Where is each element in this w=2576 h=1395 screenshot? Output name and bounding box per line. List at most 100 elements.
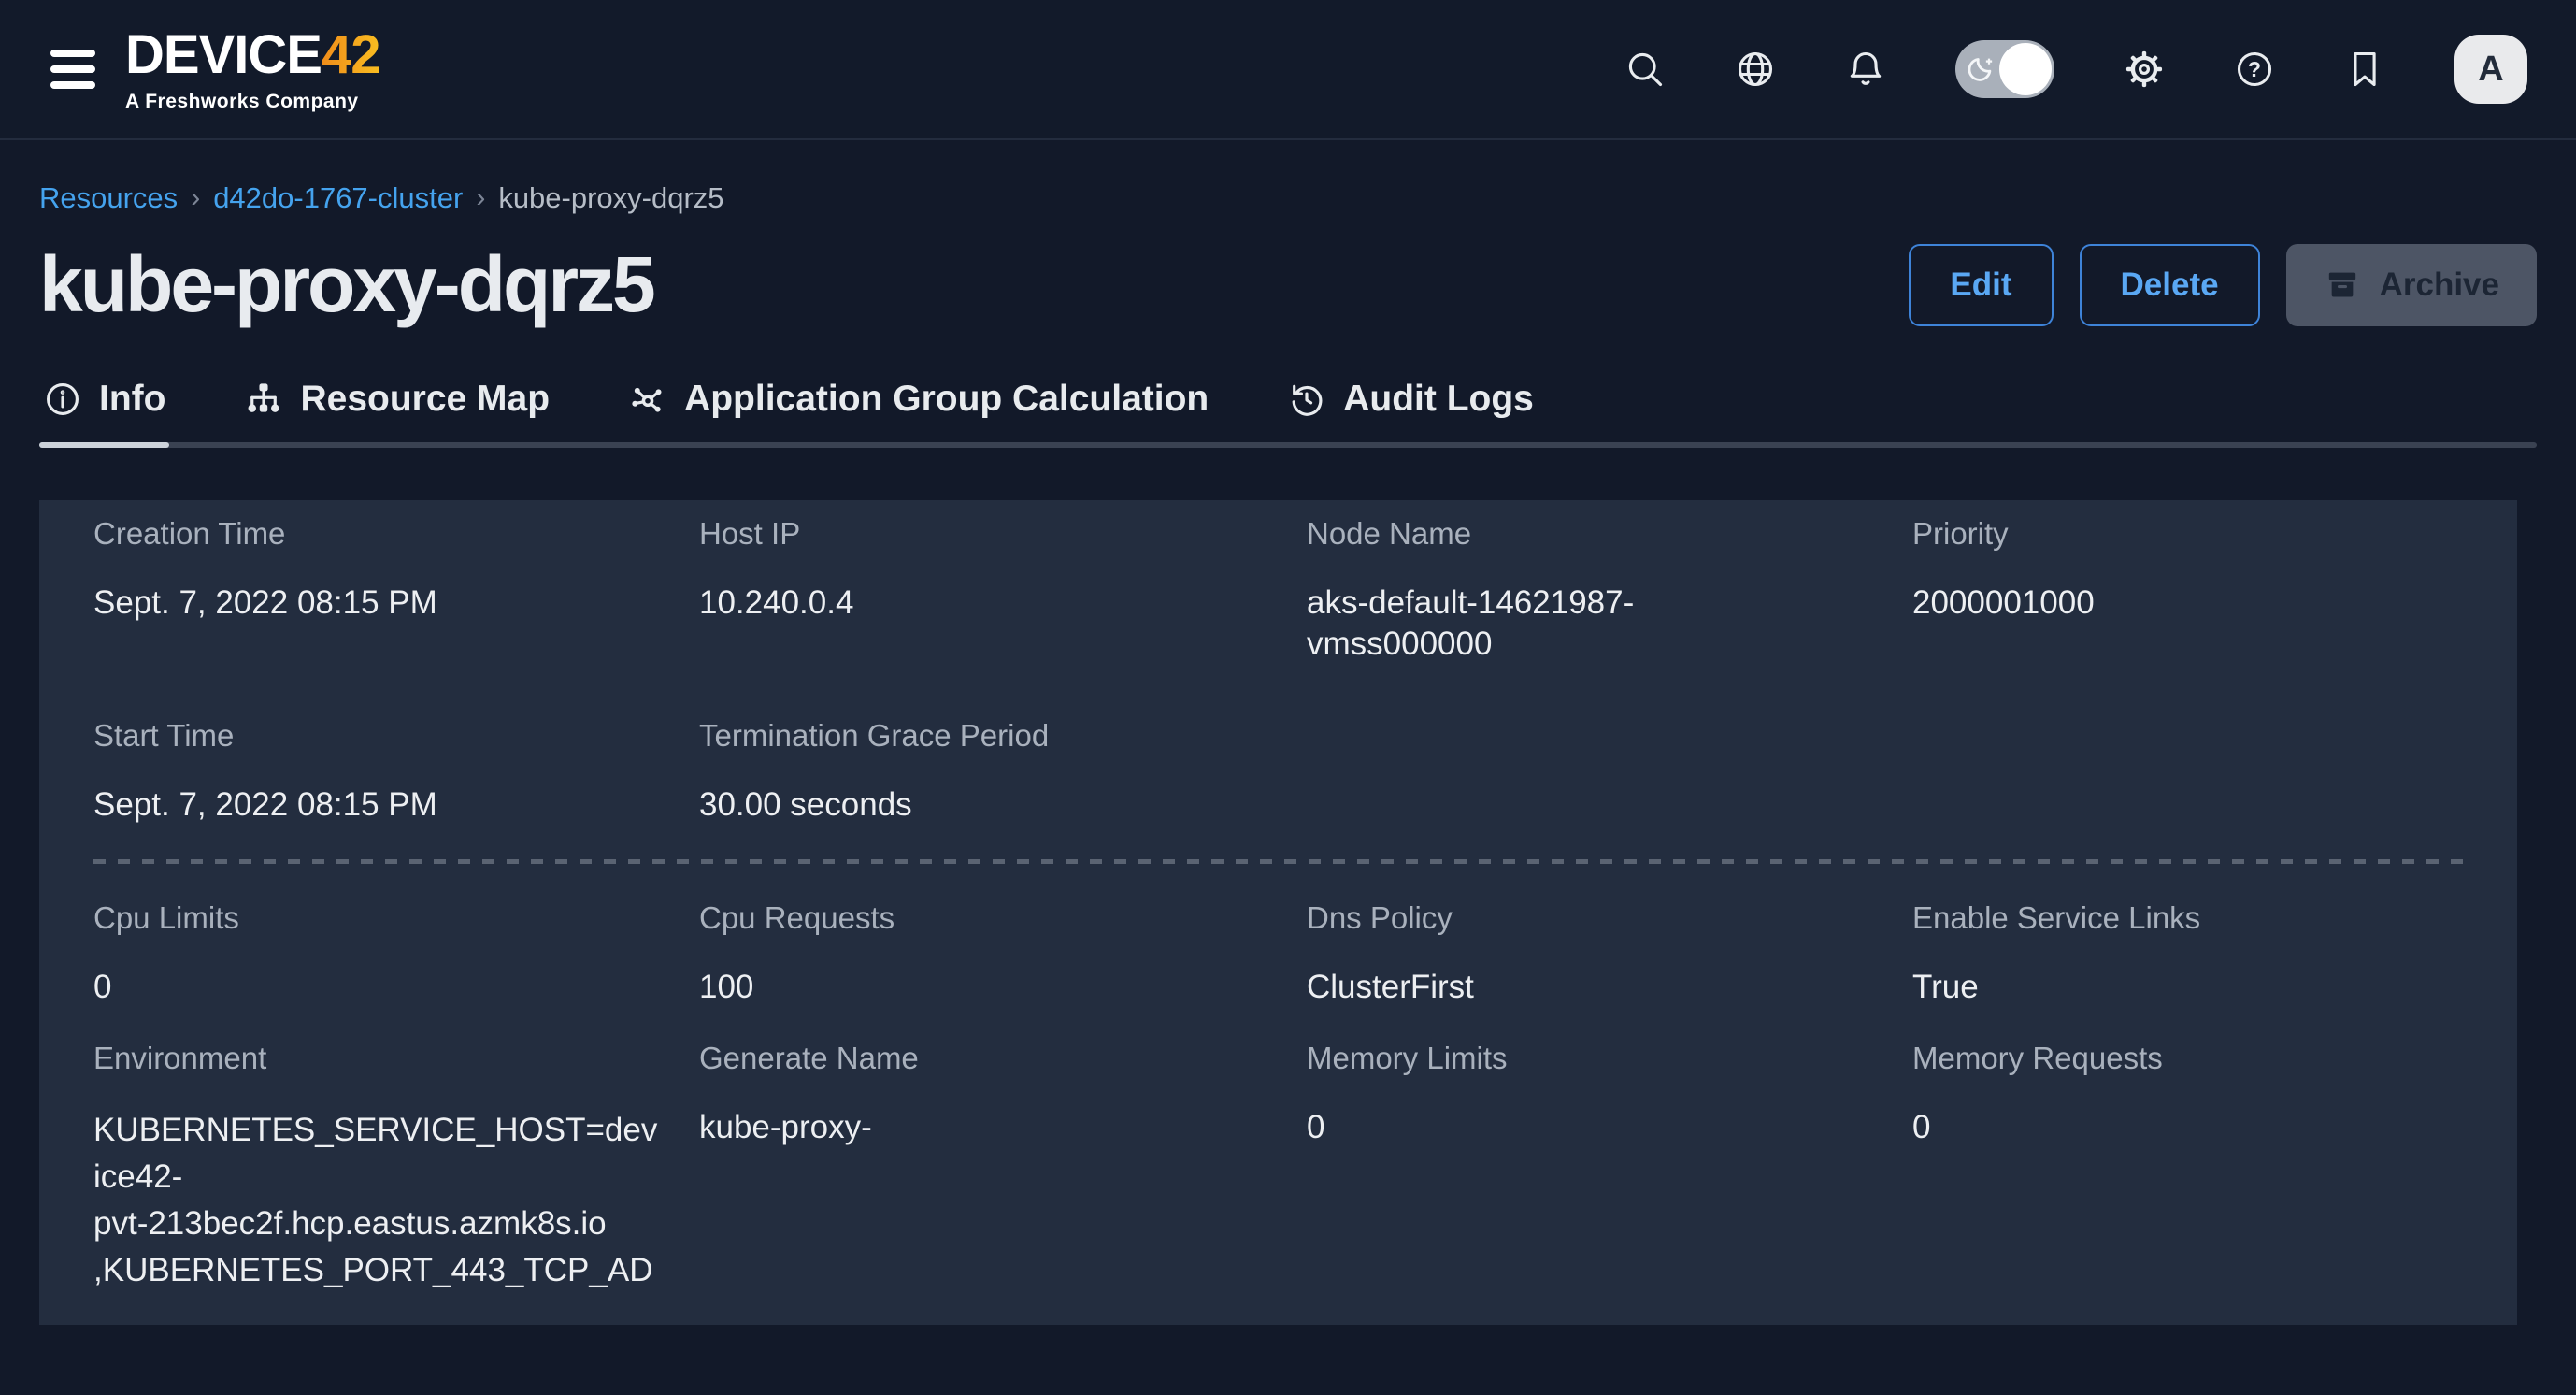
hub-network-icon xyxy=(628,380,667,419)
field-value: True xyxy=(1912,967,2470,1008)
field-environment: Environment KUBERNETES_SERVICE_HOST=dev … xyxy=(93,1040,699,1294)
field-value: 30.00 seconds xyxy=(699,784,1260,826)
field-value: aks-default-14621987-vmss000000 xyxy=(1307,582,1746,665)
field-label: Termination Grace Period xyxy=(699,717,1260,755)
field-cpu-limits: Cpu Limits 0 xyxy=(93,899,699,1008)
field-creation-time: Creation Time Sept. 7, 2022 08:15 PM xyxy=(93,515,699,665)
archive-box-icon xyxy=(2324,266,2361,304)
info-row-3: Cpu Limits 0 Cpu Requests 100 Dns Policy… xyxy=(93,899,2517,1008)
breadcrumb-separator: › xyxy=(476,182,485,214)
field-generate-name: Generate Name kube-proxy- xyxy=(699,1040,1307,1294)
delete-button[interactable]: Delete xyxy=(2080,244,2260,326)
field-value: 0 xyxy=(93,967,652,1008)
field-termination-grace-period: Termination Grace Period 30.00 seconds xyxy=(699,717,1307,826)
field-value: Sept. 7, 2022 08:15 PM xyxy=(93,582,652,624)
help-icon[interactable]: ? xyxy=(2234,49,2275,90)
field-label: Enable Service Links xyxy=(1912,899,2470,937)
question-glyph: ? xyxy=(2248,57,2261,81)
field-empty xyxy=(1912,717,2517,826)
info-row-4: Environment KUBERNETES_SERVICE_HOST=dev … xyxy=(93,1040,2517,1294)
field-value: 100 xyxy=(699,967,1260,1008)
device42-logo[interactable]: DEVICE42 A Freshworks Company xyxy=(125,28,379,111)
navbar-actions: ? A xyxy=(1624,35,2527,104)
field-priority: Priority 2000001000 xyxy=(1912,515,2517,665)
info-row-1: Creation Time Sept. 7, 2022 08:15 PM Hos… xyxy=(93,515,2517,665)
field-enable-service-links: Enable Service Links True xyxy=(1912,899,2517,1008)
edit-button[interactable]: Edit xyxy=(1909,244,2053,326)
field-label: Dns Policy xyxy=(1307,899,1866,937)
action-buttons: Edit Delete Archive xyxy=(1909,244,2537,326)
environment-value-line: ice42- xyxy=(93,1154,652,1201)
page-title: kube-proxy-dqrz5 xyxy=(39,239,653,330)
tab-info-label: Info xyxy=(99,379,165,420)
tab-resource-map[interactable]: Resource Map xyxy=(240,366,553,448)
field-label: Generate Name xyxy=(699,1040,1260,1077)
field-label: Node Name xyxy=(1307,515,1866,553)
field-label: Creation Time xyxy=(93,515,652,553)
field-node-name: Node Name aks-default-14621987-vmss00000… xyxy=(1307,515,1912,665)
info-circle-icon xyxy=(43,380,82,419)
field-memory-requests: Memory Requests 0 xyxy=(1912,1040,2517,1294)
breadcrumb-current: kube-proxy-dqrz5 xyxy=(498,181,723,215)
field-memory-limits: Memory Limits 0 xyxy=(1307,1040,1912,1294)
moon-stars-icon xyxy=(1963,50,2002,89)
field-value: 10.240.0.4 xyxy=(699,582,1260,624)
field-value: 0 xyxy=(1912,1107,2470,1148)
avatar-letter: A xyxy=(2478,50,2503,90)
field-label: Cpu Requests xyxy=(699,899,1260,937)
tab-resource-map-label: Resource Map xyxy=(300,379,550,420)
top-navbar: DEVICE42 A Freshworks Company xyxy=(0,0,2576,140)
breadcrumb: Resources › d42do-1767-cluster › kube-pr… xyxy=(39,181,2537,215)
tab-info[interactable]: Info xyxy=(39,366,169,448)
field-cpu-requests: Cpu Requests 100 xyxy=(699,899,1307,1008)
field-label: Host IP xyxy=(699,515,1260,553)
tab-application-group-calculation[interactable]: Application Group Calculation xyxy=(624,366,1212,448)
field-value: ClusterFirst xyxy=(1307,967,1866,1008)
field-value: kube-proxy- xyxy=(699,1107,1260,1148)
info-panel: Creation Time Sept. 7, 2022 08:15 PM Hos… xyxy=(39,500,2517,1325)
field-label: Start Time xyxy=(93,717,652,755)
field-host-ip: Host IP 10.240.0.4 xyxy=(699,515,1307,665)
avatar[interactable]: A xyxy=(2454,35,2527,104)
field-value: Sept. 7, 2022 08:15 PM xyxy=(93,784,652,826)
bookmark-icon[interactable] xyxy=(2344,49,2385,90)
globe-icon[interactable] xyxy=(1735,49,1776,90)
sitemap-icon xyxy=(244,380,283,419)
navbar-left: DEVICE42 A Freshworks Company xyxy=(49,28,379,111)
field-label: Environment xyxy=(93,1040,652,1077)
tab-application-group-calculation-label: Application Group Calculation xyxy=(684,379,1209,420)
logo-subtitle: A Freshworks Company xyxy=(125,92,379,111)
field-value: 0 xyxy=(1307,1107,1866,1148)
toggle-knob xyxy=(1999,43,2052,95)
breadcrumb-resources[interactable]: Resources xyxy=(39,181,178,215)
dark-mode-toggle[interactable] xyxy=(1955,40,2054,98)
field-start-time: Start Time Sept. 7, 2022 08:15 PM xyxy=(93,717,699,826)
field-label: Priority xyxy=(1912,515,2470,553)
field-label: Memory Requests xyxy=(1912,1040,2470,1077)
environment-value-line: pvt-213bec2f.hcp.eastus.azmk8s.io xyxy=(93,1201,652,1247)
breadcrumb-cluster[interactable]: d42do-1767-cluster xyxy=(213,181,463,215)
hamburger-menu-icon[interactable] xyxy=(49,44,97,94)
tab-audit-logs-label: Audit Logs xyxy=(1343,379,1534,420)
bell-icon[interactable] xyxy=(1845,49,1886,90)
tab-audit-logs[interactable]: Audit Logs xyxy=(1283,366,1538,448)
history-clock-icon xyxy=(1287,380,1326,419)
main-content: Resources › d42do-1767-cluster › kube-pr… xyxy=(0,181,2576,448)
archive-button-label: Archive xyxy=(2380,266,2499,304)
field-dns-policy: Dns Policy ClusterFirst xyxy=(1307,899,1912,1008)
info-row-2: Start Time Sept. 7, 2022 08:15 PM Termin… xyxy=(93,717,2517,826)
environment-value-line: ,KUBERNETES_PORT_443_TCP_AD xyxy=(93,1247,652,1294)
environment-value-line: KUBERNETES_SERVICE_HOST=dev xyxy=(93,1107,652,1154)
logo-text: DEVICE xyxy=(125,24,322,85)
page: DEVICE42 A Freshworks Company xyxy=(0,0,2576,1395)
field-label: Cpu Limits xyxy=(93,899,652,937)
search-icon[interactable] xyxy=(1624,49,1666,90)
breadcrumb-separator: › xyxy=(191,182,200,214)
archive-button[interactable]: Archive xyxy=(2286,244,2537,326)
title-row: kube-proxy-dqrz5 Edit Delete Archive xyxy=(39,239,2537,330)
field-label: Memory Limits xyxy=(1307,1040,1866,1077)
logo-wordmark: DEVICE42 xyxy=(125,28,379,82)
gear-icon[interactable] xyxy=(2124,49,2165,90)
field-value: 2000001000 xyxy=(1912,582,2470,624)
field-empty xyxy=(1307,717,1912,826)
